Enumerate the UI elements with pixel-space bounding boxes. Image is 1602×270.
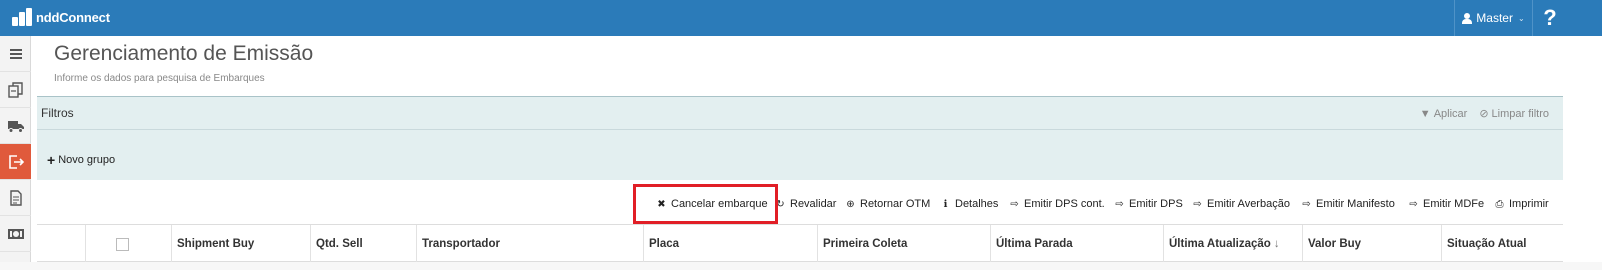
menu-icon — [9, 48, 22, 59]
apply-filter-button[interactable]: ▼ Aplicar — [1420, 108, 1468, 120]
filter-actions: ▼ Aplicar ⊘ Limpar filtro — [1408, 97, 1549, 130]
export-icon: ⇨ — [1409, 198, 1418, 210]
column-placa[interactable]: Placa — [643, 225, 817, 263]
export-icon: ⇨ — [1115, 198, 1124, 210]
print-button[interactable]: ⎙ Imprimir — [1494, 190, 1549, 218]
sidebar-menu-toggle[interactable] — [0, 36, 31, 72]
column-ultima-parada[interactable]: Última Parada — [990, 225, 1163, 263]
column-situacao-atual[interactable]: Situação Atual — [1441, 225, 1563, 263]
new-group-label: Novo grupo — [58, 154, 116, 166]
column-valor-buy[interactable]: Valor Buy — [1302, 225, 1441, 263]
exit-icon — [8, 154, 24, 169]
truck-icon — [7, 120, 24, 133]
column-shipment-buy[interactable]: Shipment Buy — [171, 225, 310, 263]
money-icon — [7, 228, 24, 239]
emit-dps-button[interactable]: ⇨ Emitir DPS — [1114, 190, 1183, 218]
table-body-top — [0, 262, 1602, 270]
revalidate-label: Revalidar — [790, 198, 837, 210]
apply-filter-label: Aplicar — [1433, 107, 1468, 120]
ban-icon: ⊘ — [1479, 108, 1489, 120]
filters-header[interactable]: Filtros ▼ Aplicar ⊘ Limpar filtro — [37, 97, 1563, 130]
export-icon: ⇨ — [1302, 198, 1311, 210]
header-select-all[interactable] — [85, 225, 171, 263]
clear-filter-button[interactable]: ⊘ Limpar filtro — [1479, 107, 1549, 121]
sort-down-icon: ↓ — [1273, 238, 1280, 250]
funnel-icon: ▼ — [1419, 107, 1431, 120]
column-ultima-atualizacao[interactable]: Última Atualização ↓ — [1163, 225, 1302, 263]
export-icon: ⇨ — [1010, 198, 1019, 210]
action-toolbar: ✖ Cancelar embarque ↻ Revalidar ⊕ Retorn… — [37, 190, 1563, 218]
top-bar: nddConnect Master ⌄ ? — [0, 0, 1602, 36]
column-label: Qtd. Sell — [316, 238, 363, 250]
user-menu[interactable]: Master ⌄ — [1454, 0, 1532, 36]
clear-filter-label: Limpar filtro — [1491, 107, 1549, 120]
new-group-button[interactable]: + Novo grupo — [47, 152, 115, 168]
emit-averbacao-button[interactable]: ⇨ Emitir Averbação — [1192, 190, 1290, 218]
column-label: Primeira Coleta — [823, 238, 908, 250]
printer-icon: ⎙ — [1495, 198, 1504, 210]
highlight-box — [633, 184, 778, 224]
table-header: Shipment Buy Qtd. Sell Transportador Pla… — [37, 224, 1563, 263]
sidebar-item-finance[interactable] — [0, 216, 31, 252]
app-logo[interactable]: nddConnect — [12, 8, 110, 26]
return-otm-label: Retornar OTM — [860, 198, 931, 210]
column-label: Transportador — [422, 238, 500, 250]
column-label: Última Parada — [996, 238, 1073, 250]
info-icon: ℹ — [943, 198, 948, 210]
select-all-checkbox[interactable] — [116, 237, 129, 251]
column-primeira-coleta[interactable]: Primeira Coleta — [817, 225, 990, 263]
emit-manifesto-button[interactable]: ⇨ Emitir Manifesto — [1301, 190, 1395, 218]
emit-mdfe-label: Emitir MDFe — [1423, 198, 1485, 210]
column-label: Valor Buy — [1308, 238, 1362, 250]
documents-icon — [7, 81, 23, 98]
sidebar-item-transport[interactable] — [0, 108, 31, 144]
column-label: Shipment Buy — [177, 238, 255, 250]
chevron-down-icon: ⌄ — [1517, 13, 1525, 23]
sidebar — [0, 36, 31, 270]
column-label: Situação Atual — [1447, 238, 1527, 250]
details-button[interactable]: ℹ Detalhes — [940, 190, 999, 218]
emit-averbacao-label: Emitir Averbação — [1207, 198, 1290, 210]
emit-dps-label: Emitir DPS — [1129, 198, 1183, 210]
print-label: Imprimir — [1509, 198, 1549, 210]
return-otm-button[interactable]: ⊕ Retornar OTM — [845, 190, 930, 218]
sidebar-item-emission[interactable] — [0, 144, 31, 180]
page-title: Gerenciamento de Emissão — [54, 42, 314, 65]
column-qtd-sell[interactable]: Qtd. Sell — [310, 225, 416, 263]
emit-dps-cont-button[interactable]: ⇨ Emitir DPS cont. — [1009, 190, 1105, 218]
emit-manifesto-label: Emitir Manifesto — [1316, 198, 1395, 210]
help-button[interactable]: ? — [1532, 0, 1567, 36]
user-icon — [1462, 12, 1473, 24]
plus-icon: + — [47, 152, 56, 168]
column-transportador[interactable]: Transportador — [416, 225, 643, 263]
column-label: Placa — [649, 238, 680, 250]
filters-panel: Filtros ▼ Aplicar ⊘ Limpar filtro + Novo… — [37, 96, 1563, 180]
sidebar-item-documents[interactable] — [0, 72, 31, 108]
header-expand-column — [37, 225, 85, 263]
emit-dps-cont-label: Emitir DPS cont. — [1024, 198, 1105, 210]
emit-mdfe-button[interactable]: ⇨ Emitir MDFe — [1408, 190, 1484, 218]
app-name: nddConnect — [36, 9, 110, 25]
file-icon — [9, 189, 22, 206]
user-name: Master — [1476, 11, 1513, 25]
filters-label: Filtros — [41, 106, 74, 120]
revalidate-button[interactable]: ↻ Revalidar — [775, 190, 836, 218]
page-subtitle: Informe os dados para pesquisa de Embarq… — [54, 73, 265, 84]
sidebar-item-reports[interactable] — [0, 180, 31, 216]
export-icon: ⇨ — [1193, 198, 1202, 210]
column-label: Última Atualização — [1169, 238, 1271, 250]
logo-icon — [12, 8, 32, 26]
details-label: Detalhes — [955, 198, 999, 210]
arrow-circle-icon: ⊕ — [846, 198, 855, 210]
